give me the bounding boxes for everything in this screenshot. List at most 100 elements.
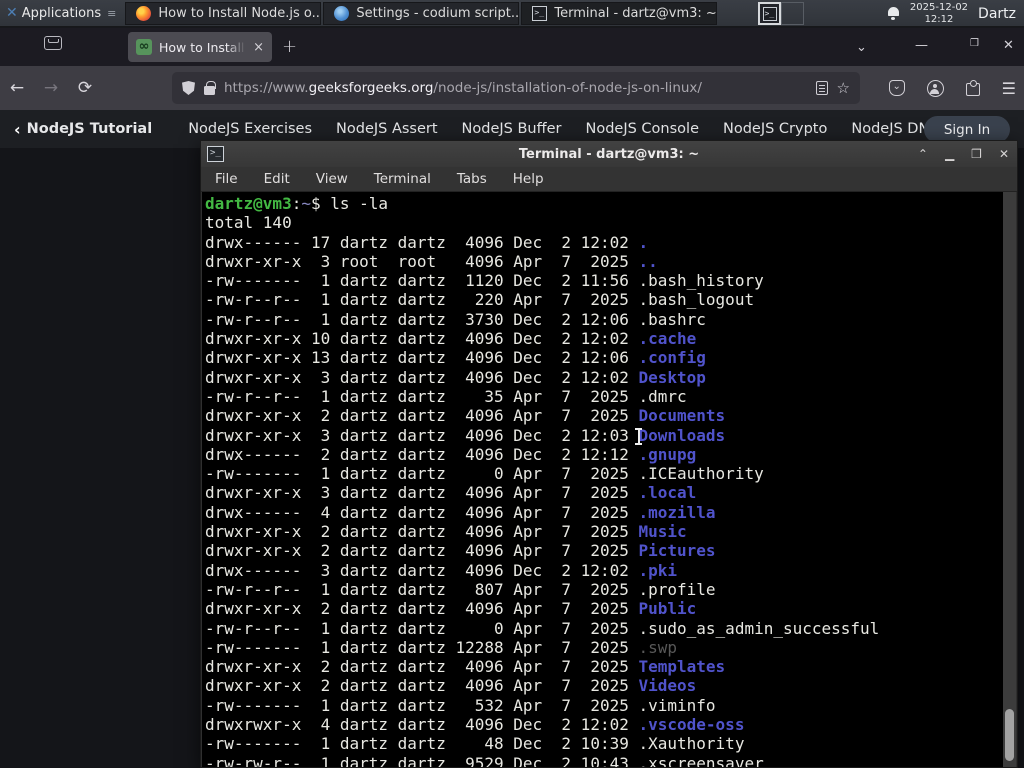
tab-list-chevron-icon[interactable]: ⌄: [856, 40, 867, 55]
terminal-title: Terminal - dartz@vm3: ~: [518, 146, 700, 162]
terminal-ls-row: -rw-r--r-- 1 dartz dartz 220 Apr 7 2025 …: [205, 290, 755, 310]
terminal-ls-row: drwx------ 2 dartz dartz 4096 Dec 2 12:1…: [205, 444, 697, 464]
tab-close-icon[interactable]: ×: [253, 40, 264, 55]
terminal-ls-row: drwxrwxr-x 4 dartz dartz 4096 Dec 2 12:0…: [205, 715, 745, 735]
browser-maximize-button[interactable]: ❒: [970, 38, 979, 49]
terminal-menu-help[interactable]: Help: [513, 171, 544, 187]
terminal-ls-row: drwxr-xr-x 3 dartz dartz 4096 Dec 2 12:0…: [205, 367, 706, 387]
terminal-ls-row: -rw-r--r-- 1 dartz dartz 3730 Dec 2 12:0…: [205, 309, 706, 329]
terminal-ls-row: drwxr-xr-x 2 dartz dartz 4096 Apr 7 2025…: [205, 541, 716, 561]
nav-item-nodejs-exercises[interactable]: NodeJS Exercises: [188, 121, 312, 137]
window-button-label: Settings - codium script...: [356, 5, 520, 21]
terminal-ls-row: -rw-rw-r-- 1 dartz dartz 9529 Dec 2 10:4…: [205, 753, 764, 767]
nav-item-nodejs-tutorial[interactable]: NodeJS Tutorial: [27, 121, 153, 137]
workspace-2[interactable]: [781, 2, 804, 25]
bookmark-star-icon[interactable]: ☆: [837, 79, 850, 97]
user-menu[interactable]: Dartz: [978, 6, 1016, 22]
tracking-protection-shield-icon[interactable]: [182, 81, 195, 95]
terminal-menu-file[interactable]: File: [215, 171, 238, 187]
panel-window-button[interactable]: >_ Terminal - dartz@vm3: ~: [521, 1, 718, 25]
terminal-titlebar[interactable]: >_ Terminal - dartz@vm3: ~ ⌃ ▁ ❒ ✕: [201, 141, 1017, 167]
window-button-label: Terminal - dartz@vm3: ~: [554, 5, 717, 21]
nav-back-chevron-icon[interactable]: ‹: [14, 120, 21, 139]
terminal-ls-row: drwx------ 4 dartz dartz 4096 Apr 7 2025…: [205, 502, 716, 522]
workspace-switcher[interactable]: >_: [758, 2, 804, 25]
terminal-ls-row: -rw-r--r-- 1 dartz dartz 35 Apr 7 2025 .…: [205, 386, 687, 406]
clock[interactable]: 2025-12-02 12:12: [910, 2, 968, 26]
terminal-ls-row: drwx------ 3 dartz dartz 4096 Dec 2 12:0…: [205, 560, 678, 580]
terminal-window-controls: ⌃ ▁ ❒ ✕: [918, 141, 1009, 167]
account-icon[interactable]: [926, 79, 944, 97]
window-button-list: How to Install Node.js o... Settings - co…: [124, 0, 718, 27]
browser-minimize-button[interactable]: —: [915, 38, 928, 53]
terminal-ls-row: -rw------- 1 dartz dartz 12288 Apr 7 202…: [205, 637, 678, 657]
menu-hamburger-icon[interactable]: ☰: [1002, 79, 1016, 98]
reload-button[interactable]: ⟳: [68, 78, 102, 98]
terminal-ls-row: drwxr-xr-x 3 root root 4096 Apr 7 2025 .…: [205, 251, 658, 271]
https-lock-icon[interactable]: [204, 80, 216, 95]
terminal-shade-button[interactable]: ⌃: [918, 147, 928, 161]
nav-item-nodejs-console[interactable]: NodeJS Console: [586, 121, 700, 137]
reader-view-icon[interactable]: [815, 81, 828, 95]
toolbar-right-icons: ⌄ ☰: [888, 72, 1016, 104]
panel-window-button[interactable]: Settings - codium script...: [323, 1, 520, 25]
nav-item-list: NodeJS Exercises NodeJS Assert NodeJS Buff…: [164, 121, 938, 137]
terminal-menubar: File Edit View Terminal Tabs Help: [201, 167, 1017, 192]
terminal-scrollbar[interactable]: [1003, 192, 1016, 767]
terminal-ls-row: -rw------- 1 dartz dartz 48 Dec 2 10:39 …: [205, 734, 745, 754]
notification-bell-icon[interactable]: [887, 7, 900, 20]
terminal-icon: >_: [532, 5, 548, 21]
terminal-prompt-line: dartz@vm3:~$ ls -la: [205, 194, 389, 213]
terminal-ls-row: drwxr-xr-x 3 dartz dartz 4096 Apr 7 2025…: [205, 483, 697, 503]
terminal-maximize-button[interactable]: ❒: [971, 147, 982, 161]
top-panel: ✕ Applications ≡ How to Install Node.js …: [0, 0, 1024, 27]
url-text[interactable]: https://www.geeksforgeeks.org/node-js/in…: [224, 80, 807, 96]
terminal-menu-view[interactable]: View: [316, 171, 348, 187]
terminal-menu-terminal[interactable]: Terminal: [374, 171, 431, 187]
new-tab-button[interactable]: +: [282, 36, 297, 57]
terminal-ls-row: drwxr-xr-x 2 dartz dartz 4096 Apr 7 2025…: [205, 657, 726, 677]
terminal-ls-row: drwxr-xr-x 2 dartz dartz 4096 Apr 7 2025…: [205, 522, 687, 542]
forward-button[interactable]: →: [34, 78, 68, 98]
nav-item-nodejs-assert[interactable]: NodeJS Assert: [336, 121, 438, 137]
tab-title: How to Install Node.js on: [159, 39, 246, 55]
clock-date: 2025-12-02: [909, 1, 969, 13]
url-bar[interactable]: https://www.geeksforgeeks.org/node-js/in…: [172, 72, 860, 104]
system-tray: 2025-12-02 12:12 Dartz: [887, 0, 1024, 27]
geeksforgeeks-favicon: ∞: [136, 39, 152, 55]
browser-close-button[interactable]: ✕: [1003, 38, 1014, 53]
terminal-ls-row: drwxr-xr-x 2 dartz dartz 4096 Apr 7 2025…: [205, 406, 726, 426]
applications-label: Applications: [21, 5, 102, 21]
terminal-output[interactable]: dartz@vm3:~$ ls -la total 140 drwx------ 1…: [202, 192, 1005, 767]
terminal-scrollbar-thumb[interactable]: [1005, 709, 1014, 761]
terminal-menu-tabs[interactable]: Tabs: [457, 171, 487, 187]
window-button-label: How to Install Node.js o...: [158, 5, 322, 21]
terminal-menu-edit[interactable]: Edit: [264, 171, 290, 187]
pocket-icon[interactable]: ⌄: [888, 80, 905, 96]
terminal-window: >_ Terminal - dartz@vm3: ~ ⌃ ▁ ❒ ✕ File E…: [200, 140, 1018, 768]
firefox-icon: [136, 5, 152, 21]
panel-window-button[interactable]: How to Install Node.js o...: [125, 1, 322, 25]
mouse-ibeam-cursor: [634, 428, 643, 445]
terminal-ls-row: drwxr-xr-x 2 dartz dartz 4096 Apr 7 2025…: [205, 676, 697, 696]
terminal-minimize-button[interactable]: ▁: [945, 147, 954, 161]
codium-icon: [334, 5, 350, 21]
nav-item-nodejs-crypto[interactable]: NodeJS Crypto: [723, 121, 827, 137]
terminal-ls-row: drwx------ 17 dartz dartz 4096 Dec 2 12:…: [205, 232, 649, 252]
browser-tab[interactable]: ∞ How to Install Node.js on ×: [128, 32, 272, 62]
terminal-ls-row: -rw------- 1 dartz dartz 0 Apr 7 2025 .I…: [205, 464, 764, 484]
terminal-ls-row: -rw------- 1 dartz dartz 532 Apr 7 2025 …: [205, 695, 716, 715]
terminal-icon: >_: [762, 6, 777, 21]
terminal-text: dartz@vm3:~$ ls -la total 140 drwx------ 1…: [202, 192, 1005, 767]
terminal-close-button[interactable]: ✕: [999, 147, 1009, 161]
back-button[interactable]: ←: [0, 78, 34, 98]
terminal-ls-row: -rw-r--r-- 1 dartz dartz 807 Apr 7 2025 …: [205, 579, 716, 599]
nav-item-nodejs-buffer[interactable]: NodeJS Buffer: [462, 121, 562, 137]
firefox-view-icon: [44, 36, 62, 50]
extensions-icon[interactable]: [965, 80, 980, 96]
sign-in-button[interactable]: Sign In: [924, 116, 1010, 143]
firefox-view-button[interactable]: [44, 36, 66, 56]
applications-menu[interactable]: ✕ Applications ≡: [0, 0, 124, 27]
workspace-1[interactable]: >_: [758, 2, 781, 25]
terminal-ls-row: drwxr-xr-x 3 dartz dartz 4096 Dec 2 12:0…: [205, 425, 726, 445]
